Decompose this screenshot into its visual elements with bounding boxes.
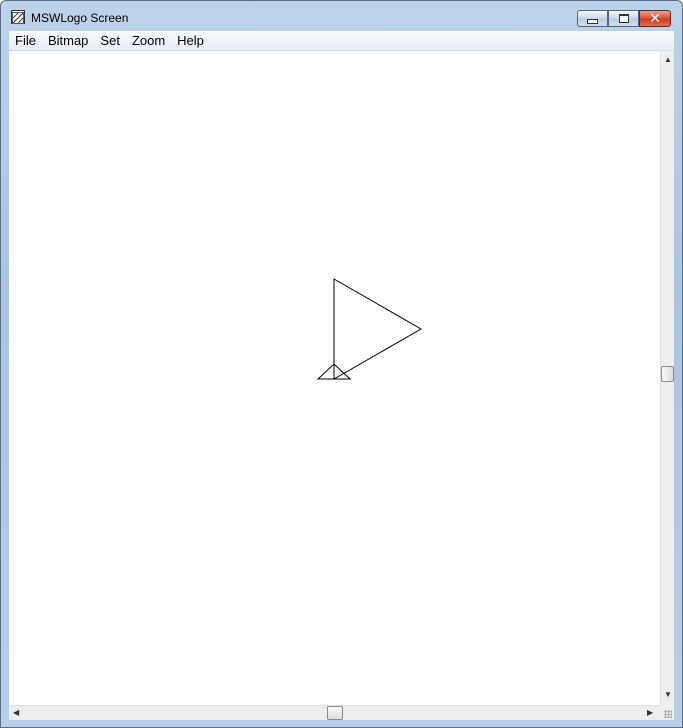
mswlogo-window: MSWLogo Screen ✕ File Bitmap Set Zoom He… [0, 0, 683, 728]
menu-file[interactable]: File [9, 31, 42, 50]
title-bar[interactable]: MSWLogo Screen ✕ [1, 1, 682, 31]
scroll-left-arrow-icon[interactable]: ◀ [13, 709, 19, 717]
vertical-scroll-thumb[interactable] [661, 366, 674, 382]
scroll-up-arrow-icon[interactable]: ▲ [664, 56, 672, 64]
scroll-down-arrow-icon[interactable]: ▼ [664, 691, 672, 699]
close-button[interactable]: ✕ [639, 10, 671, 27]
menu-zoom[interactable]: Zoom [126, 31, 171, 50]
minimize-button[interactable] [577, 10, 608, 27]
mswlogo-app-icon[interactable] [11, 10, 25, 24]
maximize-button[interactable] [608, 10, 639, 27]
window-title: MSWLogo Screen [31, 11, 129, 25]
size-grip[interactable] [660, 705, 674, 720]
horizontal-scrollbar[interactable]: ◀ ▶ [9, 705, 660, 720]
drawing-canvas[interactable] [9, 51, 660, 705]
menu-set[interactable]: Set [94, 31, 126, 50]
horizontal-scroll-thumb[interactable] [327, 706, 343, 720]
close-icon: ✕ [649, 10, 661, 27]
maximize-icon [618, 14, 629, 23]
menu-bitmap[interactable]: Bitmap [42, 31, 94, 50]
menu-help[interactable]: Help [171, 31, 210, 50]
drawn-triangle [333, 278, 423, 380]
canvas-svg [316, 278, 423, 380]
vertical-scrollbar[interactable]: ▲ ▼ [660, 51, 674, 705]
menu-bar: File Bitmap Set Zoom Help [9, 31, 674, 51]
resize-grip-icon [664, 710, 672, 718]
scroll-right-arrow-icon[interactable]: ▶ [647, 709, 653, 717]
minimize-icon [587, 18, 598, 24]
